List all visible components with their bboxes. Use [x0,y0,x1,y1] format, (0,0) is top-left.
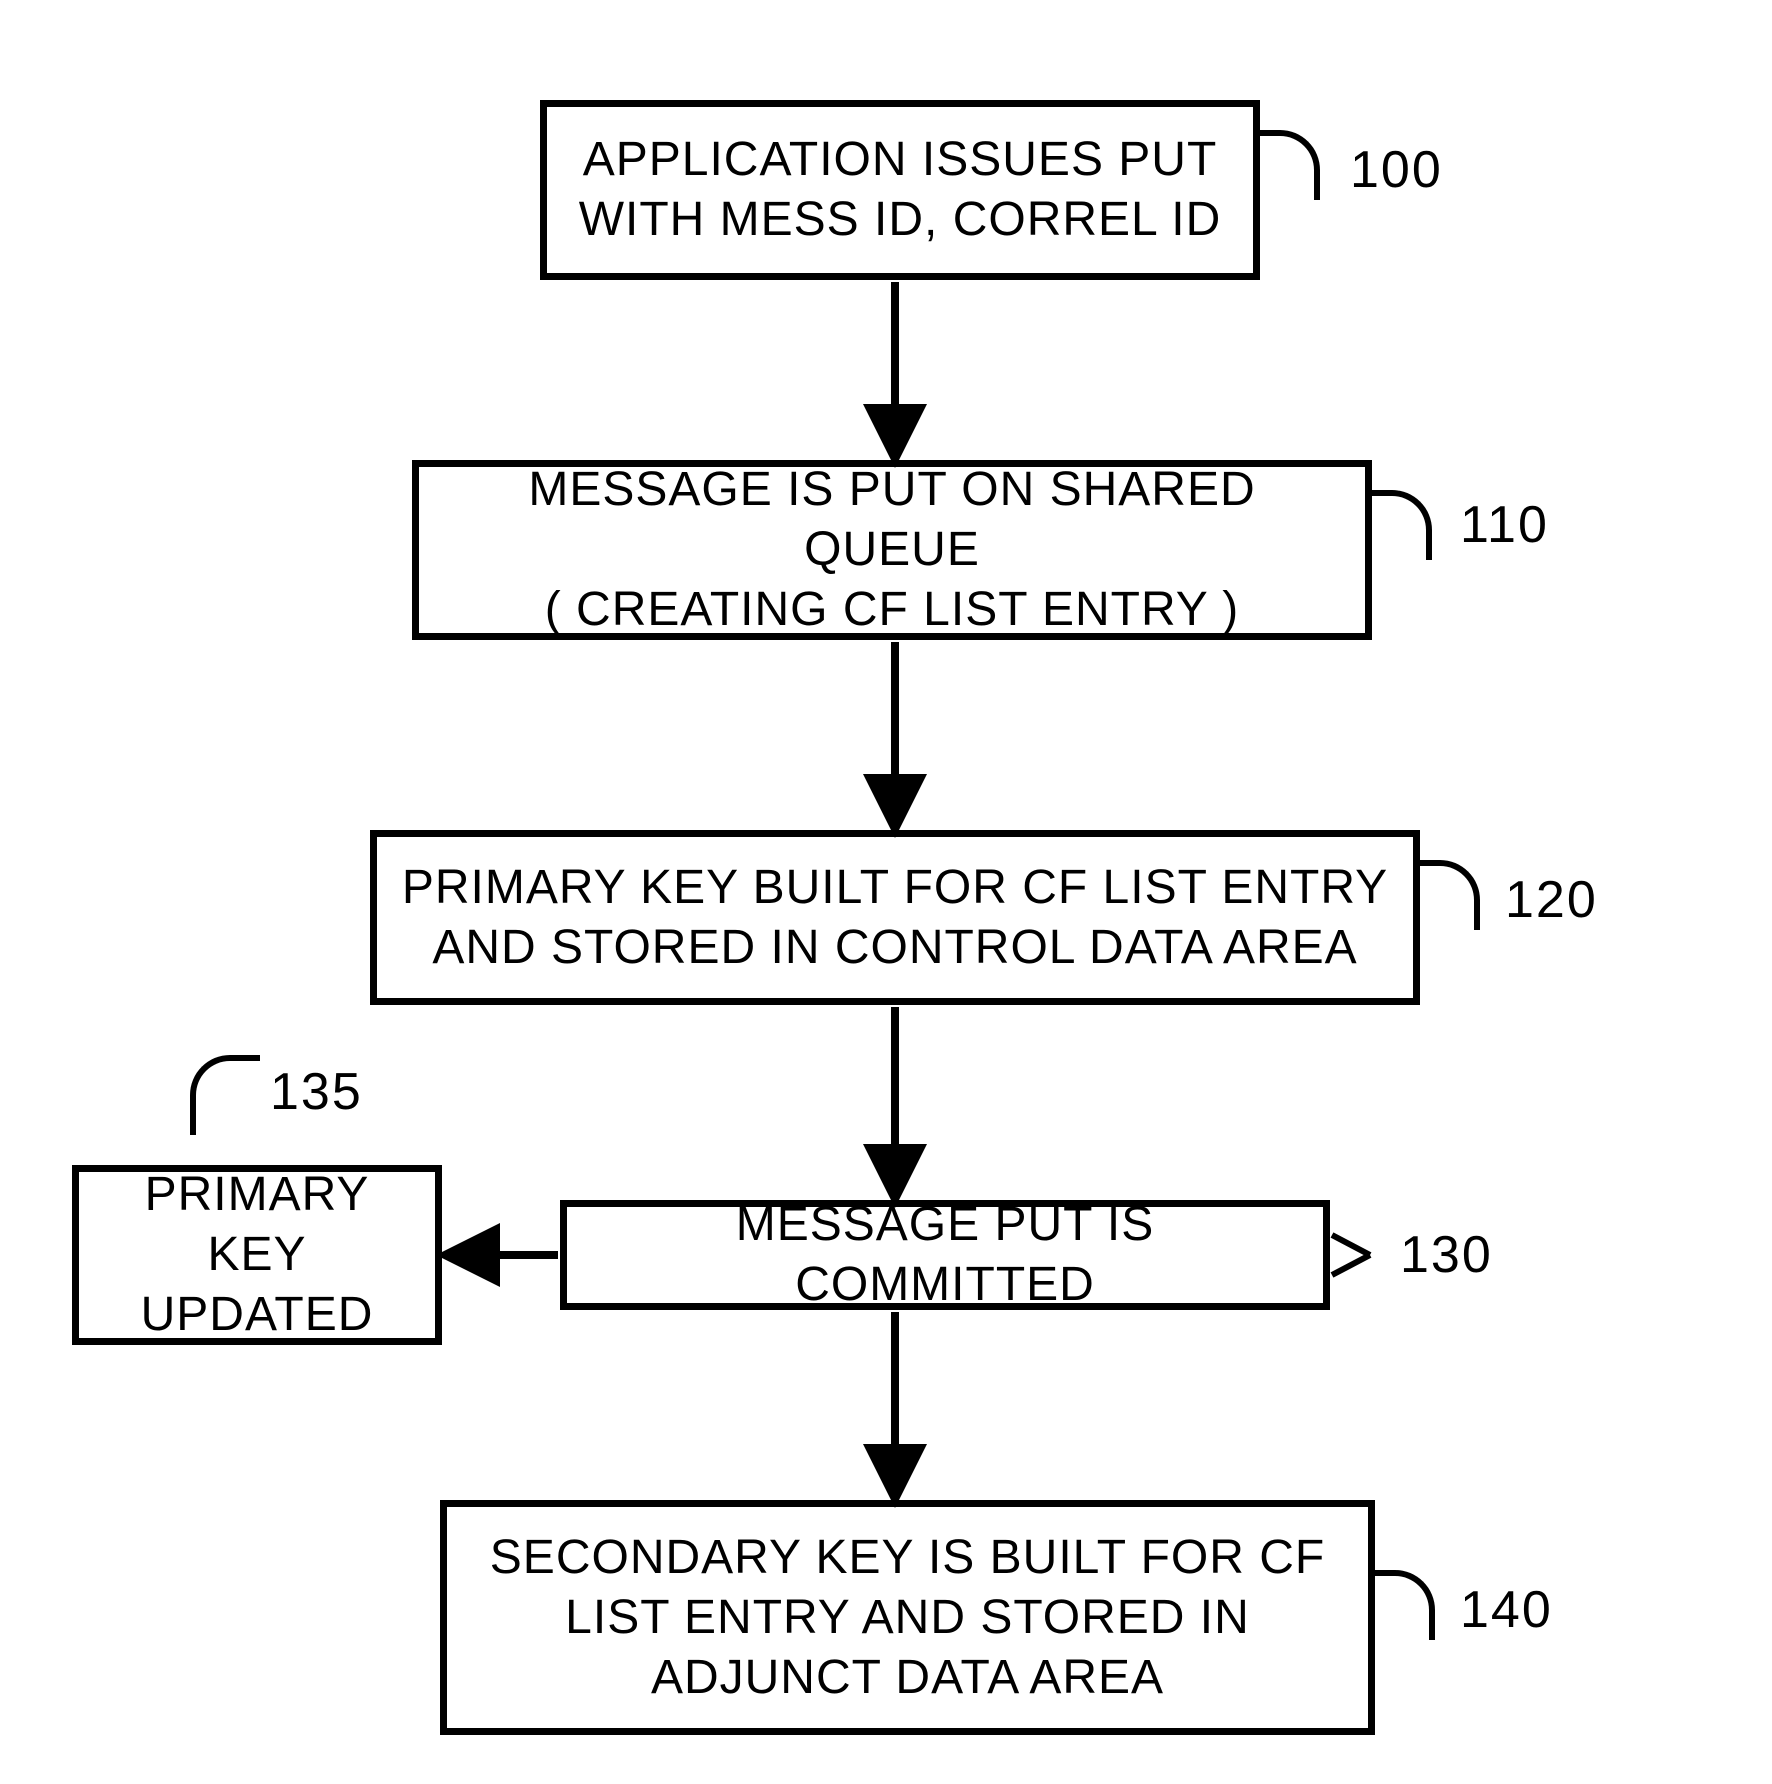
step-110-box: MESSAGE IS PUT ON SHARED QUEUE ( CREATIN… [412,460,1372,640]
step-110-text: MESSAGE IS PUT ON SHARED QUEUE ( CREATIN… [439,460,1345,640]
step-140-box: SECONDARY KEY IS BUILT FOR CF LIST ENTRY… [440,1500,1375,1735]
ref-hook-100 [1260,130,1320,200]
ref-hook-135 [190,1055,260,1135]
ref-label-110: 110 [1460,495,1549,555]
step-120-box: PRIMARY KEY BUILT FOR CF LIST ENTRY AND … [370,830,1420,1005]
step-130-text: MESSAGE PUT IS COMMITTED [587,1195,1303,1315]
step-130-box: MESSAGE PUT IS COMMITTED [560,1200,1330,1310]
ref-label-135: 135 [270,1062,363,1122]
ref-hook-110 [1372,490,1432,560]
step-135-box: PRIMARY KEY UPDATED [72,1165,442,1345]
step-100-text: APPLICATION ISSUES PUT WITH MESS ID, COR… [579,130,1222,250]
step-135-text: PRIMARY KEY UPDATED [99,1165,415,1345]
ref-label-130: 130 [1400,1225,1493,1285]
step-120-text: PRIMARY KEY BUILT FOR CF LIST ENTRY AND … [402,858,1388,978]
ref-label-100: 100 [1350,140,1443,200]
step-140-text: SECONDARY KEY IS BUILT FOR CF LIST ENTRY… [490,1528,1325,1708]
ref-label-140: 140 [1460,1580,1553,1640]
flowchart-canvas: APPLICATION ISSUES PUT WITH MESS ID, COR… [0,0,1772,1784]
ref-hook-140 [1375,1570,1435,1640]
ref-label-120: 120 [1505,870,1598,930]
step-100-box: APPLICATION ISSUES PUT WITH MESS ID, COR… [540,100,1260,280]
ref-hook-120 [1420,860,1480,930]
